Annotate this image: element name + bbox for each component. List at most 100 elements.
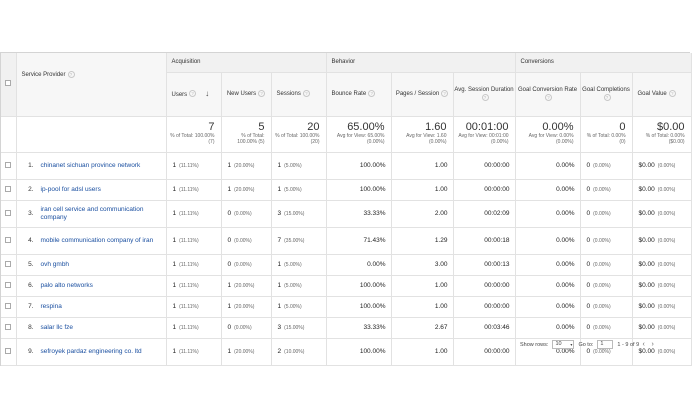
provider-cell: 2. ip-pool for adsl users bbox=[16, 179, 167, 201]
table-row: 2. ip-pool for adsl users 1 (11.11%) 1 (20.… bbox=[1, 179, 692, 201]
sessions-cell: 1 (5.00%) bbox=[271, 296, 327, 318]
provider-link[interactable]: sefroyek pardaz engineering co. ltd bbox=[39, 339, 166, 365]
help-icon[interactable]: ? bbox=[67, 71, 75, 78]
bounce-rate-cell: 100.00% bbox=[326, 296, 392, 318]
help-icon[interactable]: ? bbox=[189, 90, 197, 98]
pages-session-cell: 1.00 bbox=[391, 338, 454, 366]
prev-page-icon[interactable]: ‹ bbox=[639, 341, 648, 348]
users-cell: 1 (11.11%) bbox=[166, 152, 222, 180]
page-range: 1 - 9 of 9 bbox=[617, 341, 640, 348]
avg-session-duration-cell: 00:00:00 bbox=[453, 179, 516, 201]
users-column-header[interactable]: Users? ↓ bbox=[166, 72, 222, 117]
totals-blank bbox=[16, 116, 167, 153]
provider-link[interactable]: ip-pool for adsl users bbox=[39, 180, 166, 200]
select-all-header bbox=[1, 53, 17, 117]
users-cell: 1 (11.11%) bbox=[166, 254, 222, 276]
sessions-total: 20% of Total: 100.00% (20) bbox=[271, 116, 327, 153]
row-index: 8. bbox=[28, 324, 34, 331]
row-checkbox-cell[interactable] bbox=[1, 275, 17, 297]
help-icon[interactable]: ? bbox=[302, 89, 310, 97]
provider-link[interactable]: chinanet sichuan province network bbox=[39, 153, 166, 179]
goal-conversion-rate-cell: 0.00% bbox=[515, 317, 581, 339]
sessions-cell: 3 (15.00%) bbox=[271, 317, 327, 339]
row-checkbox-cell[interactable] bbox=[1, 227, 17, 255]
pages-session-cell: 1.00 bbox=[391, 179, 454, 201]
row-checkbox[interactable] bbox=[5, 161, 12, 168]
row-checkbox[interactable] bbox=[5, 347, 12, 354]
row-checkbox-cell[interactable] bbox=[1, 317, 17, 339]
next-page-icon[interactable]: › bbox=[648, 341, 657, 348]
row-checkbox[interactable] bbox=[5, 323, 12, 330]
show-rows-select[interactable]: ▾ 10 bbox=[552, 340, 575, 349]
group-header-row: Service Provider? Acquisition Behavior C… bbox=[1, 53, 692, 117]
new-users-cell: 0 (0.00%) bbox=[221, 317, 272, 339]
new-users-cell: 0 (0.00%) bbox=[221, 254, 272, 276]
row-checkbox-cell[interactable] bbox=[1, 179, 17, 201]
bounce-rate-column-header[interactable]: Bounce Rate? bbox=[326, 72, 392, 117]
goal-value-cell: $0.00 (0.00%) bbox=[632, 179, 692, 201]
row-checkbox[interactable] bbox=[5, 302, 12, 309]
pages-session-total: 1.60 Avg for View: 1.60 (0.00%) bbox=[391, 116, 454, 153]
provider-link[interactable]: mobile communication company of iran bbox=[39, 228, 166, 254]
row-checkbox[interactable] bbox=[5, 281, 12, 288]
goal-value-cell: $0.00 (0.00%) bbox=[632, 200, 692, 228]
row-index: 2. bbox=[28, 186, 34, 193]
sessions-column-header[interactable]: Sessions? bbox=[271, 72, 327, 117]
pages-session-column-header[interactable]: Pages / Session? bbox=[391, 72, 454, 117]
bounce-rate-cell: 100.00% bbox=[326, 275, 392, 297]
goal-completions-cell: 0 (0.00%) bbox=[580, 152, 633, 180]
row-checkbox[interactable] bbox=[5, 209, 12, 216]
provider-link[interactable]: palo alto networks bbox=[39, 276, 166, 296]
help-icon[interactable]: ? bbox=[441, 89, 449, 97]
provider-link[interactable]: respina bbox=[39, 297, 166, 317]
row-checkbox-cell[interactable] bbox=[1, 152, 17, 180]
table-row: 7. respina 1 (11.11%) 1 (20.00%) 1 (5.00%) 1… bbox=[1, 296, 692, 318]
new-users-total: 5% of Total: 100.00% (5) bbox=[221, 116, 272, 153]
help-icon[interactable]: ? bbox=[368, 89, 376, 97]
avg-session-duration-column-header[interactable]: Avg. Session Duration? bbox=[453, 72, 516, 117]
chevron-down-icon: ▾ bbox=[570, 342, 573, 347]
row-checkbox[interactable] bbox=[5, 236, 12, 243]
users-cell: 1 (11.11%) bbox=[166, 338, 222, 366]
new-users-cell: 1 (20.00%) bbox=[221, 275, 272, 297]
provider-link[interactable]: salar llc fze bbox=[39, 318, 166, 338]
row-checkbox[interactable] bbox=[5, 185, 12, 192]
row-checkbox-cell[interactable] bbox=[1, 296, 17, 318]
provider-link[interactable]: iran cell service and communication comp… bbox=[39, 201, 166, 227]
avg-session-duration-cell: 00:00:13 bbox=[453, 254, 516, 276]
help-icon[interactable]: ? bbox=[603, 93, 611, 101]
sessions-cell: 1 (5.00%) bbox=[271, 254, 327, 276]
row-checkbox-cell[interactable] bbox=[1, 254, 17, 276]
goal-completions-cell: 0 (0.00%) bbox=[580, 200, 633, 228]
goal-completions-cell: 0 (0.00%) bbox=[580, 179, 633, 201]
goal-conversion-rate-column-header[interactable]: Goal Conversion Rate? bbox=[515, 72, 581, 117]
bounce-rate-total: 65.00% Avg for View: 65.00% (0.00%) bbox=[326, 116, 392, 153]
row-checkbox-cell[interactable] bbox=[1, 200, 17, 228]
help-icon[interactable]: ? bbox=[258, 89, 266, 97]
avg-session-duration-cell: 00:00:00 bbox=[453, 152, 516, 180]
provider-link[interactable]: ovh gmbh bbox=[39, 255, 166, 275]
new-users-column-header[interactable]: New Users? bbox=[221, 72, 272, 117]
row-checkbox-cell[interactable] bbox=[1, 338, 17, 366]
goto-label: Go to: bbox=[578, 341, 594, 348]
goto-input[interactable]: 1 bbox=[597, 340, 614, 349]
help-icon[interactable]: ? bbox=[668, 89, 676, 97]
goal-completions-column-header[interactable]: Goal Completions? bbox=[580, 72, 633, 117]
pages-session-cell: 1.00 bbox=[391, 275, 454, 297]
goal-value-column-header[interactable]: Goal Value? bbox=[632, 72, 692, 117]
sessions-cell: 7 (35.00%) bbox=[271, 227, 327, 255]
goal-completions-total: 0% of Total: 0.00% (0) bbox=[580, 116, 633, 153]
report-table: Service Provider? Acquisition Behavior C… bbox=[1, 53, 692, 366]
service-provider-header[interactable]: Service Provider? bbox=[16, 53, 167, 117]
provider-cell: 9. sefroyek pardaz engineering co. ltd bbox=[16, 338, 167, 366]
goal-conversion-rate-cell: 0.00% bbox=[515, 227, 581, 255]
provider-cell: 8. salar llc fze bbox=[16, 317, 167, 339]
help-icon[interactable]: ? bbox=[481, 93, 489, 101]
pages-session-cell: 3.00 bbox=[391, 254, 454, 276]
help-icon[interactable]: ? bbox=[545, 93, 553, 101]
new-users-cell: 1 (20.00%) bbox=[221, 338, 272, 366]
goal-value-cell: $0.00 (0.00%) bbox=[632, 296, 692, 318]
row-checkbox[interactable] bbox=[5, 260, 12, 267]
sort-down-icon[interactable]: ↓ bbox=[205, 89, 209, 98]
row-index: 5. bbox=[28, 261, 34, 268]
